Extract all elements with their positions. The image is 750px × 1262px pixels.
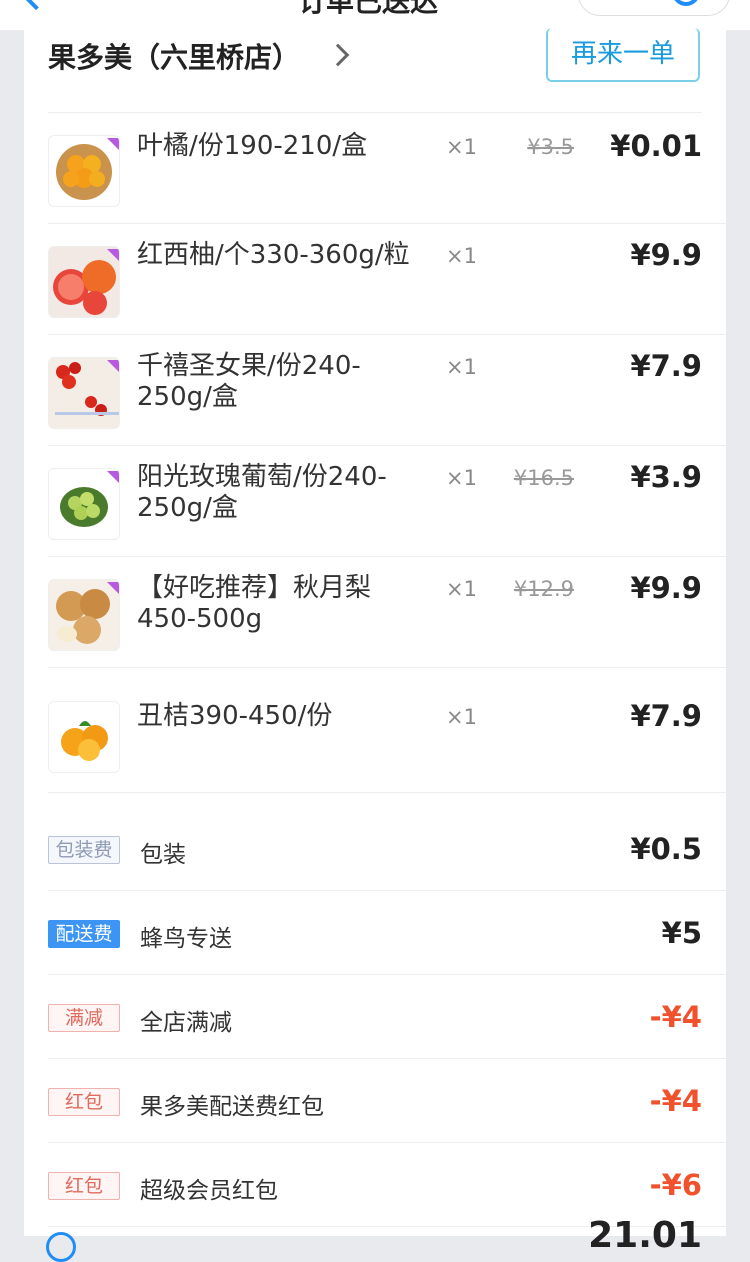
- fee-tag: 红包: [48, 1172, 120, 1200]
- product-price: ¥9.9: [630, 571, 702, 605]
- order-item[interactable]: 丑桔390-450/份 ×1 ¥7.9: [24, 668, 726, 793]
- fee-amount: ¥0.5: [630, 832, 702, 866]
- product-name: 【好吃推荐】秋月梨450-500g: [137, 573, 372, 634]
- fee-label: 蜂鸟专送: [140, 926, 232, 952]
- product-thumbnail[interactable]: [48, 135, 120, 207]
- fee-row: 包装费 包装 ¥0.5: [24, 806, 726, 890]
- order-item[interactable]: 【好吃推荐】秋月梨450-500g ×1 ¥12.9 ¥9.9: [24, 557, 726, 668]
- product-name: 阳光玫瑰葡萄/份240-250g/盒: [137, 462, 387, 523]
- back-arrow-icon[interactable]: [21, 0, 51, 11]
- product-price: ¥0.01: [610, 129, 702, 163]
- product-name: 千禧圣女果/份240-250g/盒: [137, 351, 361, 412]
- product-price: ¥9.9: [630, 238, 702, 272]
- info-icon[interactable]: [46, 1232, 76, 1262]
- fee-amount: -¥4: [649, 1084, 702, 1118]
- order-item[interactable]: 阳光玫瑰葡萄/份240-250g/盒 ×1 ¥16.5 ¥3.9: [24, 446, 726, 557]
- fee-label: 果多美配送费红包: [140, 1094, 324, 1120]
- total-row: 21.01: [24, 1215, 726, 1262]
- product-price: ¥3.9: [630, 460, 702, 494]
- product-name: 丑桔390-450/份: [137, 701, 333, 731]
- product-thumbnail[interactable]: [48, 468, 120, 540]
- product-quantity: ×1: [446, 355, 477, 379]
- product-thumbnail[interactable]: [48, 579, 120, 651]
- product-price: ¥7.9: [630, 699, 702, 733]
- product-quantity: ×1: [446, 705, 477, 729]
- reorder-button[interactable]: 再来一单: [546, 28, 700, 82]
- original-price: ¥16.5: [513, 466, 574, 490]
- product-price: ¥7.9: [630, 349, 702, 383]
- navigation-bar: 订单已送达: [0, 0, 750, 30]
- fee-tag: 红包: [48, 1088, 120, 1116]
- fee-row: 配送费 蜂鸟专送 ¥5: [24, 890, 726, 974]
- original-price: ¥12.9: [513, 577, 574, 601]
- fee-tag: 包装费: [48, 836, 120, 864]
- product-thumbnail[interactable]: [48, 701, 120, 773]
- product-quantity: ×1: [446, 244, 477, 268]
- fee-amount: -¥4: [649, 1000, 702, 1034]
- divider: [48, 792, 726, 793]
- fee-row: 满减 全店满减 -¥4: [24, 974, 726, 1058]
- product-quantity: ×1: [446, 577, 477, 601]
- chevron-right-icon[interactable]: [326, 43, 350, 67]
- fee-tag: 配送费: [48, 920, 120, 948]
- fee-label: 全店满减: [140, 1010, 232, 1036]
- fee-amount: -¥6: [649, 1168, 702, 1202]
- fee-amount: ¥5: [661, 916, 702, 950]
- fee-row: 红包 果多美配送费红包 -¥4: [24, 1058, 726, 1142]
- order-card: 果多美（六里桥店） 再来一单 叶橘/份190-210/盒 ×1 ¥3.5 ¥0.01 红…: [24, 28, 726, 1262]
- fee-label: 包装: [140, 842, 186, 868]
- page-title: 订单已送达: [298, 0, 439, 18]
- fee-row: 红包 超级会员红包 -¥6: [24, 1142, 726, 1226]
- original-price: ¥3.5: [527, 135, 574, 159]
- order-item[interactable]: 千禧圣女果/份240-250g/盒 ×1 ¥7.9: [24, 335, 726, 446]
- product-thumbnail[interactable]: [48, 357, 120, 429]
- order-item[interactable]: 叶橘/份190-210/盒 ×1 ¥3.5 ¥0.01: [24, 113, 726, 224]
- fee-tag: 满减: [48, 1004, 120, 1032]
- product-quantity: ×1: [446, 135, 477, 159]
- product-thumbnail[interactable]: [48, 246, 120, 318]
- fee-label: 超级会员红包: [140, 1178, 278, 1204]
- product-name: 红西柚/个330-360g/粒: [137, 240, 410, 270]
- order-item[interactable]: 红西柚/个330-360g/粒 ×1 ¥9.9: [24, 224, 726, 335]
- product-name: 叶橘/份190-210/盒: [137, 131, 368, 161]
- shop-name[interactable]: 果多美（六里桥店）: [48, 36, 300, 76]
- product-quantity: ×1: [446, 466, 477, 490]
- mini-program-capsule[interactable]: [578, 0, 730, 16]
